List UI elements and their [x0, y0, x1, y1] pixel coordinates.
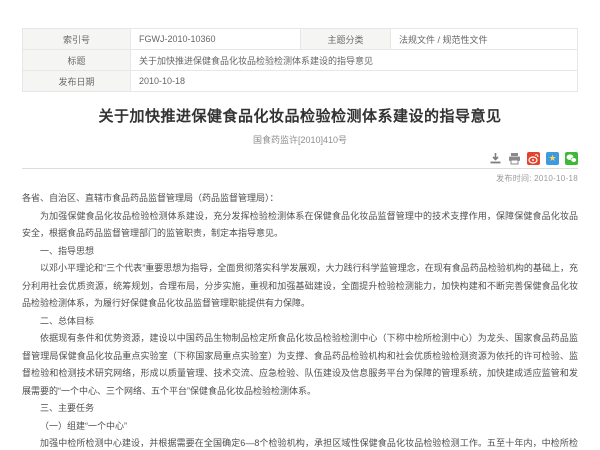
weibo-share-icon[interactable] — [527, 152, 540, 165]
qzone-share-icon[interactable]: ★ — [546, 152, 559, 165]
document-number: 国食药监许[2010]410号 — [22, 133, 578, 146]
topic-category-value: 法规文件 / 规范性文件 — [391, 29, 578, 50]
table-row: 标题 关于加快推进保健食品化妆品检验检测体系建设的指导意见 — [23, 50, 578, 71]
index-number-value: FGWJ-2010-10360 — [131, 29, 301, 50]
metadata-table: 索引号 FGWJ-2010-10360 主题分类 法规文件 / 规范性文件 标题… — [22, 28, 578, 92]
article-body: 各省、自治区、直辖市食品药品监督管理局（药品监督管理局）： 为加强保健食品化妆品… — [22, 190, 578, 450]
publish-time-label: 发布时间: — [496, 174, 532, 183]
document-page: 索引号 FGWJ-2010-10360 主题分类 法规文件 / 规范性文件 标题… — [0, 0, 600, 450]
table-row: 发布日期 2010-10-18 — [23, 71, 578, 92]
publish-date-label: 发布日期 — [23, 71, 131, 92]
wechat-share-icon[interactable] — [565, 152, 578, 165]
publish-time-value: 2010-10-18 — [534, 174, 578, 183]
table-row: 索引号 FGWJ-2010-10360 主题分类 法规文件 / 规范性文件 — [23, 29, 578, 50]
index-number-label: 索引号 — [23, 29, 131, 50]
title-value: 关于加快推进保健食品化妆品检验检测体系建设的指导意见 — [131, 50, 578, 71]
print-icon[interactable] — [508, 152, 521, 165]
title-label: 标题 — [23, 50, 131, 71]
section-3-paragraph: 加强中检所检测中心建设，并根据需要在全国确定6—8个检验机构，承担区域性保健食品… — [22, 435, 578, 450]
salutation: 各省、自治区、直辖市食品药品监督管理局（药品监督管理局）： — [22, 190, 578, 208]
publish-date-value: 2010-10-18 — [131, 71, 578, 92]
intro-paragraph: 为加强保健食品化妆品检验检测体系建设，充分发挥检验检测体系在保健食品化妆品监督管… — [22, 208, 578, 243]
topic-category-label: 主题分类 — [301, 29, 391, 50]
share-toolbar: ★ — [22, 154, 578, 169]
section-heading-3: 三、主要任务 — [22, 400, 578, 418]
publish-time: 发布时间: 2010-10-18 — [22, 173, 578, 184]
download-icon[interactable] — [489, 152, 502, 165]
section-heading-1: 一、指导思想 — [22, 243, 578, 261]
page-title: 关于加快推进保健食品化妆品检验检测体系建设的指导意见 — [22, 105, 578, 126]
section-heading-2: 二、总体目标 — [22, 313, 578, 331]
section-1-paragraph: 以邓小平理论和“三个代表”重要思想为指导，全面贯彻落实科学发展观，大力践行科学监… — [22, 260, 578, 313]
section-3-subheading: （一）组建“一个中心” — [22, 418, 578, 436]
section-2-paragraph: 依据现有条件和优势资源，建设以中国药品生物制品检定所食品化妆品检验检测中心（下称… — [22, 330, 578, 400]
